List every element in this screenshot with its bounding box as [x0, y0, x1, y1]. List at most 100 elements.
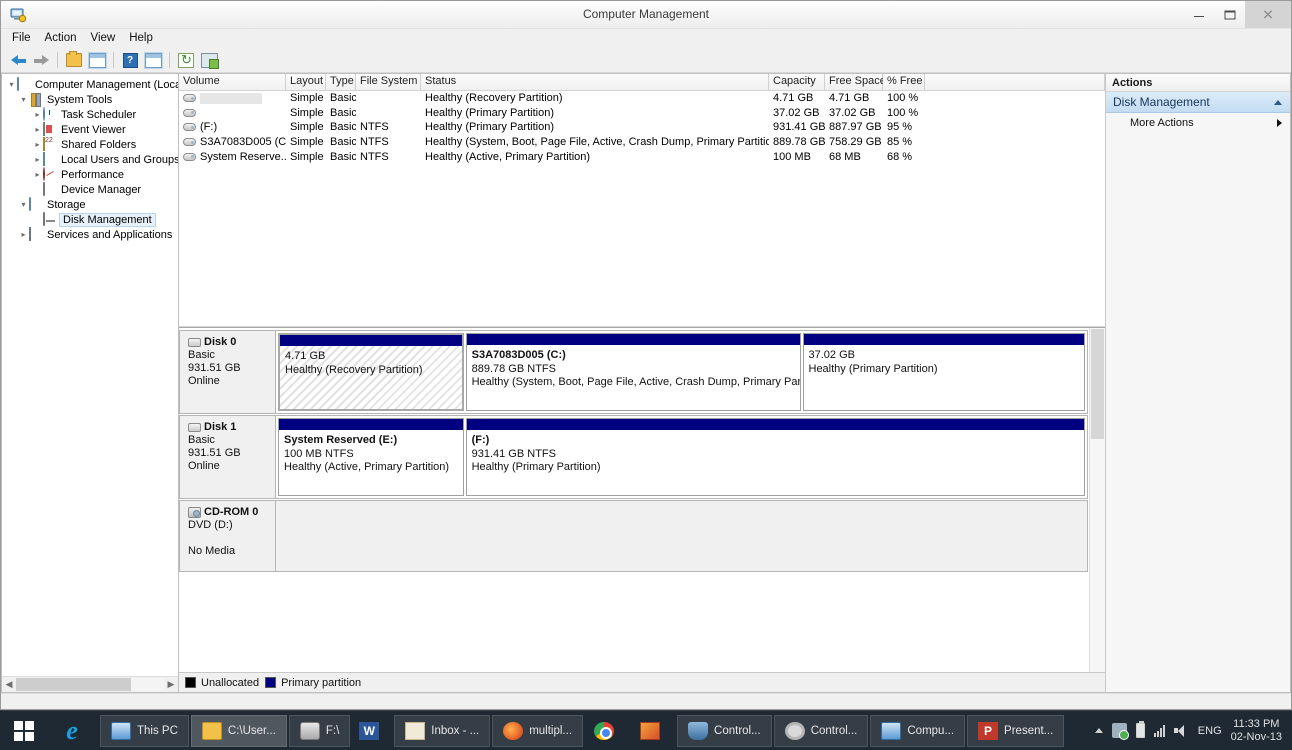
expander-icon[interactable]: ▸: [32, 170, 43, 179]
start-button[interactable]: [0, 711, 48, 750]
back-button[interactable]: [7, 49, 29, 71]
column-header-volume[interactable]: Volume: [179, 74, 286, 90]
properties-button[interactable]: [198, 49, 220, 71]
disk-info-disk-0[interactable]: Disk 0 Basic 931.51 GB Online: [179, 330, 276, 414]
column-header-capacity[interactable]: Capacity: [769, 74, 825, 90]
internet-explorer-button[interactable]: e: [48, 711, 96, 750]
mail-icon: [405, 721, 426, 740]
title-bar[interactable]: Computer Management ✕: [1, 1, 1291, 29]
partition-primary-37gb[interactable]: 37.02 GB Healthy (Primary Partition): [802, 333, 1085, 411]
table-row[interactable]: S3A7083D005 (C:) Simple Basic NTFS Healt…: [179, 135, 1105, 150]
partition-f-drive[interactable]: (F:) 931.41 GB NTFS Healthy (Primary Par…: [465, 418, 1085, 496]
refresh-button[interactable]: [175, 49, 197, 71]
tree-item-shared-folders[interactable]: ▸ Shared Folders: [2, 136, 178, 152]
partition-status: Healthy (Active, Primary Partition): [284, 461, 450, 473]
tree-item-disk-management[interactable]: Disk Management: [2, 211, 178, 227]
taskbar-item-computer-management[interactable]: Compu...: [870, 714, 966, 747]
menu-help[interactable]: Help: [122, 30, 160, 46]
disk-row-cdrom-0[interactable]: CD-ROM 0 DVD (D:) No Media: [179, 500, 1088, 572]
clock[interactable]: 11:33 PM 02-Nov-13: [1231, 718, 1282, 744]
taskbar-item-inbox[interactable]: Inbox - ...: [394, 714, 491, 747]
forward-button[interactable]: [30, 49, 52, 71]
taskbar-item-word[interactable]: W: [352, 715, 392, 747]
close-button[interactable]: ✕: [1245, 1, 1291, 28]
disk-row-disk-1[interactable]: Disk 1 Basic 931.51 GB Online System Res…: [179, 415, 1088, 499]
scroll-thumb[interactable]: [16, 678, 132, 691]
help-button[interactable]: ?: [119, 49, 141, 71]
taskbar-item-photo-viewer[interactable]: [631, 715, 675, 747]
table-row[interactable]: System Reserve... Simple Basic NTFS Heal…: [179, 149, 1105, 164]
taskbar-item-control-panel[interactable]: Control...: [773, 714, 869, 747]
caret-up-icon[interactable]: [1274, 99, 1282, 105]
volume-list[interactable]: Volume Layout Type File System Status Ca…: [179, 74, 1105, 327]
scroll-right-icon[interactable]: ▶: [164, 678, 178, 692]
expander-icon[interactable]: ▾: [6, 80, 17, 89]
tree-item-system-tools[interactable]: ▾ System Tools: [2, 92, 178, 107]
column-header-file-system[interactable]: File System: [356, 74, 421, 90]
tree-item-device-manager[interactable]: Device Manager: [2, 181, 178, 197]
tree-item-event-viewer[interactable]: ▸ Event Viewer: [2, 121, 178, 137]
tree-horizontal-scrollbar[interactable]: ◀ ▶: [2, 676, 178, 692]
expander-icon[interactable]: ▸: [32, 140, 43, 149]
expander-icon[interactable]: ▸: [32, 155, 43, 164]
network-signal-icon[interactable]: [1153, 724, 1165, 737]
show-hide-console-tree-button[interactable]: [86, 49, 108, 71]
menu-view[interactable]: View: [84, 30, 123, 46]
expander-icon[interactable]: ▾: [18, 200, 29, 209]
taskbar-item-powerpoint[interactable]: P Present...: [967, 714, 1065, 747]
taskbar-item-explorer-user[interactable]: C:\User...: [190, 714, 287, 747]
expander-icon[interactable]: ▾: [18, 95, 29, 104]
taskbar-item-chrome[interactable]: [585, 715, 629, 747]
partition-c-drive[interactable]: S3A7083D005 (C:) 889.78 GB NTFS Healthy …: [465, 333, 801, 411]
partition-recovery[interactable]: 4.71 GB Healthy (Recovery Partition): [278, 333, 464, 411]
disk-info-cdrom-0[interactable]: CD-ROM 0 DVD (D:) No Media: [179, 500, 276, 572]
disk-info-disk-1[interactable]: Disk 1 Basic 931.51 GB Online: [179, 415, 276, 499]
battery-icon[interactable]: [1135, 721, 1145, 738]
volume-type: Basic: [330, 92, 356, 105]
column-header-percent-free[interactable]: % Free: [883, 74, 925, 90]
expander-icon[interactable]: ▸: [18, 230, 29, 239]
taskbar-item-firefox[interactable]: multipl...: [492, 714, 584, 747]
legend: Unallocated Primary partition: [179, 672, 1105, 692]
column-header-type[interactable]: Type: [326, 74, 356, 90]
column-header-layout[interactable]: Layout: [286, 74, 326, 90]
expander-icon[interactable]: ▸: [32, 110, 43, 119]
maximize-button[interactable]: [1214, 1, 1245, 28]
tree-item-local-users-and-groups[interactable]: ▸ Local Users and Groups: [2, 151, 178, 167]
volume-icon[interactable]: [1173, 724, 1189, 737]
tree-item-computer-management[interactable]: ▾ Computer Management (Local: [2, 76, 178, 92]
menu-action[interactable]: Action: [38, 30, 84, 46]
column-header-status[interactable]: Status: [421, 74, 769, 90]
menu-file[interactable]: File: [5, 30, 38, 46]
action-more-actions[interactable]: More Actions: [1106, 113, 1290, 132]
expander-icon[interactable]: ▸: [32, 125, 43, 134]
scroll-left-icon[interactable]: ◀: [2, 678, 16, 692]
taskbar: e This PC C:\User... F:\ W Inbox - ... m…: [0, 710, 1292, 750]
scroll-thumb[interactable]: [1091, 329, 1104, 439]
actions-group-disk-management[interactable]: Disk Management: [1106, 92, 1290, 113]
scroll-track[interactable]: [16, 678, 164, 691]
tree-item-performance[interactable]: ▸ Performance: [2, 166, 178, 182]
volume-status: Healthy (Primary Partition): [425, 121, 554, 134]
column-header-free-space[interactable]: Free Space: [825, 74, 886, 90]
tree-item-services-and-applications[interactable]: ▸ Services and Applications: [2, 226, 178, 242]
action-center-icon[interactable]: [1111, 723, 1129, 740]
table-row[interactable]: Simple Basic Healthy (Recovery Partition…: [179, 91, 1105, 106]
tree-item-storage[interactable]: ▾ Storage: [2, 196, 178, 212]
show-hidden-icons-caret[interactable]: [1094, 728, 1103, 733]
up-one-level-button[interactable]: [63, 49, 85, 71]
tree-item-task-scheduler[interactable]: ▸ Task Scheduler: [2, 106, 178, 122]
taskbar-item-this-pc[interactable]: This PC: [100, 714, 189, 747]
partition-system-reserved[interactable]: System Reserved (E:) 100 MB NTFS Healthy…: [278, 418, 464, 496]
disk-row-disk-0[interactable]: Disk 0 Basic 931.51 GB Online 4.71 GB He…: [179, 330, 1088, 414]
disk-state: Online: [188, 460, 220, 472]
graphical-view-scrollbar[interactable]: [1089, 328, 1105, 672]
taskbar-item-drive-f[interactable]: F:\: [288, 714, 351, 747]
table-row[interactable]: Simple Basic Healthy (Primary Partition)…: [179, 106, 1105, 121]
show-hide-action-pane-button[interactable]: [142, 49, 164, 71]
minimize-button[interactable]: [1183, 1, 1214, 28]
table-row[interactable]: (F:) Simple Basic NTFS Healthy (Primary …: [179, 120, 1105, 135]
taskbar-item-control-panel-security[interactable]: Control...: [677, 714, 772, 747]
language-indicator[interactable]: ENG: [1198, 725, 1222, 737]
caret-right-icon[interactable]: [1277, 118, 1282, 127]
